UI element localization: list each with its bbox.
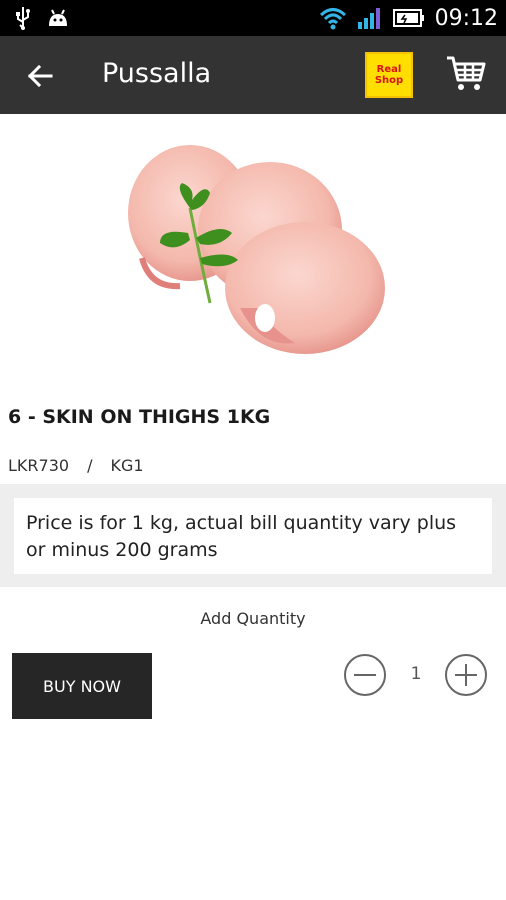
page-title: Pussalla [102,58,212,89]
price-row: LKR730 / KG1 [8,456,144,475]
buy-now-button[interactable]: BUY NOW [12,653,152,719]
add-quantity-label: Add Quantity [200,609,306,628]
product-name: 6 - SKIN ON THIGHS 1KG [8,406,271,428]
signal-icon [357,8,380,29]
app-bar: Pussalla Real Shop [0,36,506,114]
quantity-value: 1 [410,664,422,684]
wifi-icon [319,8,346,30]
increase-quantity-button[interactable] [444,653,488,697]
status-time: 09:12 [434,5,498,31]
status-bar: 09:12 [0,0,506,36]
back-button[interactable] [20,56,60,96]
description-panel: Price is for 1 kg, actual bill quantity … [0,484,506,587]
product-unit: KG1 [110,456,144,475]
battery-icon [392,9,424,27]
product-image [128,145,385,354]
cart-button[interactable] [445,54,487,94]
logo-text-top: Real [376,64,402,75]
price-separator: / [87,456,93,475]
usb-icon [16,7,30,30]
back-arrow-icon [27,64,53,88]
android-icon [49,9,67,26]
cart-icon [447,56,486,90]
product-price: LKR730 [8,456,70,475]
product-description: Price is for 1 kg, actual bill quantity … [14,498,492,574]
logo-text-bottom: Shop [374,75,404,86]
shop-logo[interactable]: Real Shop [365,52,413,98]
status-right: 09:12 [319,0,498,36]
decrease-quantity-button[interactable] [343,653,387,697]
status-left [14,6,70,30]
